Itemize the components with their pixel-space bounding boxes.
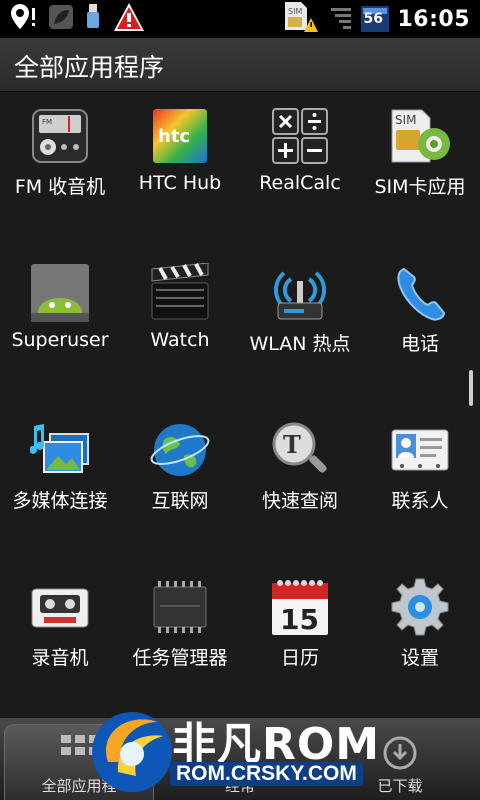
wifi-hotspot-icon — [270, 263, 330, 323]
app-phone[interactable]: 电话 — [360, 249, 480, 389]
notification-leaf-icon — [48, 4, 74, 34]
app-label: 多媒体连接 — [12, 490, 108, 512]
app-realcalc[interactable]: RealCalc — [240, 92, 360, 232]
app-quick-lookup[interactable]: T 快速查阅 — [240, 406, 360, 546]
scrollbar[interactable] — [469, 370, 473, 406]
contacts-icon — [390, 420, 450, 480]
app-label: 日历 — [280, 647, 319, 669]
usb-icon — [84, 2, 102, 36]
app-label: 录音机 — [31, 647, 89, 669]
sim-toolkit-icon: SIM — [390, 106, 450, 166]
location-pin-icon — [8, 2, 38, 36]
quick-lookup-icon: T — [270, 420, 330, 480]
title-bar: 全部应用程序 — [0, 38, 480, 92]
app-label: Superuser — [11, 329, 109, 351]
app-wlan-hotspot[interactable]: WLAN 热点 — [240, 249, 360, 389]
voice-recorder-icon — [30, 577, 90, 637]
app-calendar[interactable]: 15 日历 — [240, 563, 360, 703]
warning-icon — [112, 1, 146, 37]
app-label: 电话 — [400, 333, 439, 355]
app-label: SIM卡应用 — [374, 176, 466, 198]
svg-text:15: 15 — [280, 603, 319, 636]
app-grid: FM FM 收音机 htc HTC Hub RealCalc SIM SIM卡应… — [0, 92, 480, 718]
app-contacts[interactable]: 联系人 — [360, 406, 480, 546]
media-connect-icon — [29, 420, 90, 480]
globe-icon — [150, 420, 210, 480]
clapperboard-icon — [150, 262, 210, 323]
network-badge-icon: 56 — [361, 6, 390, 32]
phone-icon — [390, 263, 450, 323]
settings-gear-icon — [390, 577, 450, 637]
htc-hub-icon: htc — [150, 106, 210, 166]
svg-text:SIM: SIM — [395, 113, 417, 127]
calculator-icon — [270, 106, 330, 166]
svg-text:htc: htc — [158, 126, 190, 147]
svg-text:T: T — [283, 430, 301, 459]
app-label: 任务管理器 — [132, 647, 228, 669]
watermark-logo: 非凡ROM ROM.CRSKY.COM — [88, 702, 408, 798]
app-label: HTC Hub — [138, 172, 222, 194]
status-bar: SIM 56 16:05 — [0, 0, 480, 38]
page-title: 全部应用程序 — [14, 53, 165, 82]
svg-text:SIM: SIM — [288, 7, 302, 16]
app-htc-hub[interactable]: htc HTC Hub — [120, 92, 240, 232]
calendar-icon: 15 — [270, 577, 330, 637]
app-label: Watch — [150, 329, 210, 351]
app-superuser[interactable]: Superuser — [0, 249, 120, 389]
sim-warning-icon: SIM — [283, 0, 319, 38]
network-type-label: 56 — [363, 11, 383, 27]
app-label: 快速查阅 — [261, 490, 338, 512]
app-label: FM 收音机 — [14, 176, 106, 198]
signal-strength-icon — [327, 2, 353, 36]
watermark-swirl-icon — [92, 712, 172, 792]
app-settings[interactable]: 设置 — [360, 563, 480, 703]
watermark-url: ROM.CRSKY.COM — [170, 762, 363, 786]
superuser-icon — [30, 263, 90, 323]
app-label: 联系人 — [391, 490, 449, 512]
app-internet[interactable]: 互联网 — [120, 406, 240, 546]
task-manager-icon — [150, 577, 210, 637]
app-media-connect[interactable]: 多媒体连接 — [0, 406, 120, 546]
app-voice-recorder[interactable]: 录音机 — [0, 563, 120, 703]
radio-icon: FM — [30, 106, 90, 166]
app-label: 设置 — [400, 647, 439, 669]
app-sim-toolkit[interactable]: SIM SIM卡应用 — [360, 92, 480, 232]
app-fm-radio[interactable]: FM FM 收音机 — [0, 92, 120, 232]
app-label: WLAN 热点 — [249, 333, 351, 355]
app-task-manager[interactable]: 任务管理器 — [120, 563, 240, 703]
app-label: 互联网 — [151, 490, 209, 512]
app-watch[interactable]: Watch — [120, 249, 240, 389]
app-label: RealCalc — [259, 172, 341, 194]
svg-text:FM: FM — [42, 118, 52, 126]
clock: 16:05 — [397, 6, 470, 32]
